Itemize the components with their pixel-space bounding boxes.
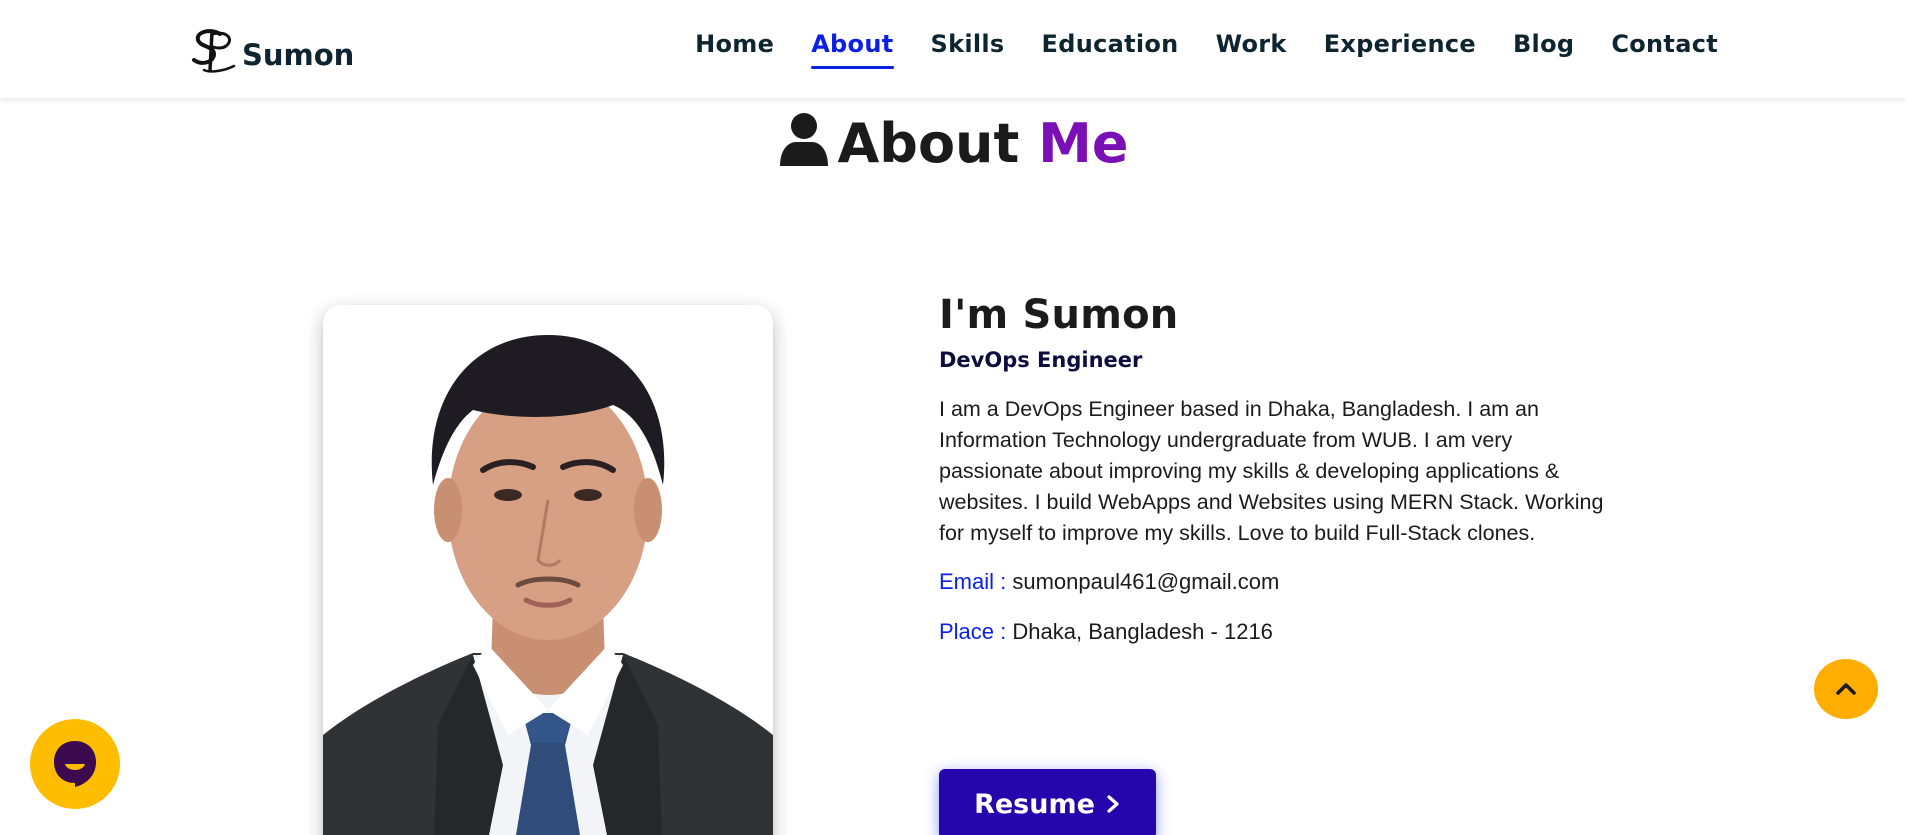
nav-menu: Home About Skills Education Work Experie… — [658, 30, 1718, 69]
chat-face-icon — [54, 741, 96, 787]
brand[interactable]: Sumon — [190, 16, 354, 76]
nav-home[interactable]: Home — [695, 30, 774, 65]
navbar: Sumon Home About Skills Education Work E… — [0, 0, 1906, 98]
resume-button-label: Resume — [974, 788, 1095, 820]
profile-photo-illustration — [323, 305, 773, 835]
brand-name: Sumon — [242, 38, 355, 72]
scroll-to-top-button[interactable] — [1814, 659, 1878, 719]
role-title: DevOps Engineer — [939, 348, 1143, 372]
nav-contact[interactable]: Contact — [1611, 30, 1718, 65]
section-title: About Me — [0, 112, 1906, 175]
resume-button[interactable]: Resume — [939, 769, 1156, 835]
sp-monogram-logo — [192, 29, 236, 73]
bio-text: I am a DevOps Engineer based in Dhaka, B… — [939, 397, 1604, 545]
email-value: sumonpaul461@gmail.com — [1012, 569, 1280, 594]
nav-blog[interactable]: Blog — [1513, 30, 1574, 65]
greeting: I'm Sumon — [939, 292, 1179, 338]
place-value: Dhaka, Bangladesh - 1216 — [1012, 619, 1273, 644]
chat-widget-button[interactable] — [30, 719, 120, 809]
section-title-accent: Me — [1038, 112, 1129, 175]
nav-education[interactable]: Education — [1042, 30, 1179, 65]
place-line: Place : Dhaka, Bangladesh - 1216 — [939, 619, 1619, 645]
nav-about[interactable]: About — [811, 30, 894, 69]
place-label: Place : — [939, 619, 1007, 644]
section-title-main: About — [837, 112, 1020, 175]
nav-work[interactable]: Work — [1216, 30, 1287, 65]
user-icon — [779, 113, 828, 166]
nav-experience[interactable]: Experience — [1324, 30, 1476, 65]
email-line: Email : sumonpaul461@gmail.com — [939, 569, 1619, 595]
chevron-right-icon — [1107, 795, 1119, 813]
email-label: Email : — [939, 569, 1007, 594]
about-content: I'm Sumon DevOps Engineer I am a DevOps … — [939, 292, 1619, 645]
nav-skills[interactable]: Skills — [931, 30, 1005, 65]
profile-photo — [323, 305, 773, 835]
chevron-up-icon — [1836, 683, 1856, 695]
